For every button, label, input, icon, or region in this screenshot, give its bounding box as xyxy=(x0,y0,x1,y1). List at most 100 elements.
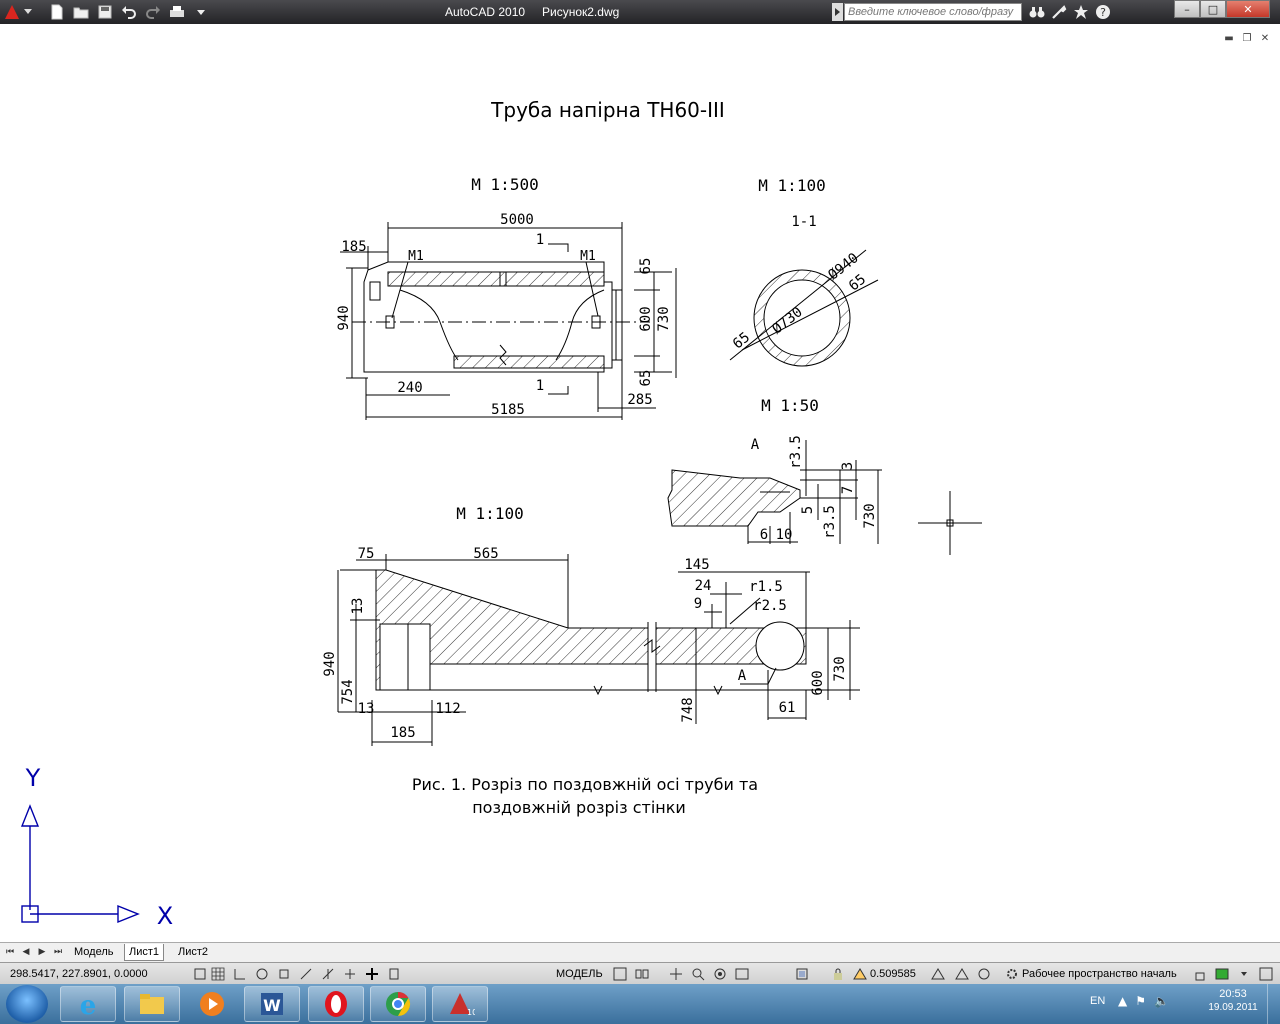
tab-sheet2[interactable]: Лист2 xyxy=(174,944,212,960)
tools-icon[interactable] xyxy=(1048,2,1070,22)
svg-text:9: 9 xyxy=(694,596,702,612)
svg-text:730: 730 xyxy=(862,503,878,528)
svg-text:r3.5: r3.5 xyxy=(788,435,804,469)
polar-icon[interactable] xyxy=(254,966,270,982)
close-button[interactable]: ✕ xyxy=(1226,0,1270,18)
gear-icon[interactable] xyxy=(1004,966,1020,982)
zoom-icon[interactable] xyxy=(690,966,706,982)
svg-text:754: 754 xyxy=(340,679,356,704)
volume-icon[interactable]: 🔈 xyxy=(1154,994,1169,1008)
binoculars-icon[interactable] xyxy=(1026,2,1048,22)
auto-scale-icon[interactable] xyxy=(954,966,970,982)
workspace-dropdown[interactable]: Рабочее пространство началь xyxy=(1022,968,1177,980)
steeringwheel-icon[interactable] xyxy=(712,966,728,982)
maximize-viewport-icon[interactable] xyxy=(612,966,628,982)
first-tab-icon[interactable]: ⏮ xyxy=(4,945,16,959)
tray-expand-icon[interactable]: ▲ xyxy=(1118,994,1127,1008)
svg-text:e: e xyxy=(80,991,97,1019)
quick-properties-icon[interactable] xyxy=(386,966,402,982)
lineweight-icon[interactable] xyxy=(364,966,380,982)
redo-icon[interactable] xyxy=(142,2,164,22)
svg-text:600: 600 xyxy=(810,670,826,695)
svg-text:112: 112 xyxy=(435,701,460,717)
minimize-button[interactable]: – xyxy=(1174,0,1200,18)
hardware-acceleration-icon[interactable] xyxy=(1214,966,1230,982)
favorites-icon[interactable] xyxy=(1070,2,1092,22)
annotation-scale-value[interactable]: 0.509585 xyxy=(870,968,916,980)
drawing-canvas[interactable]: ▬ ❐ ✕ Труба напірна ТН60-ІІІ М 1:500 М 1… xyxy=(0,24,1280,942)
toolbar-lock-icon[interactable] xyxy=(1192,966,1208,982)
cursor-coordinates[interactable]: 298.5417, 227.8901, 0.0000 xyxy=(10,968,148,980)
osnap-icon[interactable] xyxy=(276,966,292,982)
search-input[interactable]: Введите ключевое слово/фразу xyxy=(844,3,1022,21)
svg-text:145: 145 xyxy=(684,557,709,573)
taskbar-clock[interactable]: 20:53 19.09.2011 xyxy=(1198,988,1268,1013)
taskbar-media-player-icon[interactable] xyxy=(184,986,240,1022)
svg-text:730: 730 xyxy=(656,306,672,331)
infocenter-tools: ? xyxy=(1026,2,1114,22)
svg-text:6: 6 xyxy=(760,527,768,543)
tab-sheet1[interactable]: Лист1 xyxy=(124,944,165,961)
showmotion-icon[interactable] xyxy=(734,966,750,982)
tab-model[interactable]: Модель xyxy=(70,944,117,960)
show-desktop-button[interactable] xyxy=(1267,984,1280,1024)
annotation-scale-icon[interactable] xyxy=(852,966,868,982)
status-menu-icon[interactable] xyxy=(1236,966,1252,982)
svg-text:65: 65 xyxy=(638,258,654,275)
app-menu-button[interactable] xyxy=(2,3,38,21)
lock-viewport-icon[interactable] xyxy=(830,966,846,982)
viewport-scale-icon[interactable] xyxy=(794,966,810,982)
taskbar-opera-icon[interactable] xyxy=(308,986,364,1022)
grid-icon[interactable] xyxy=(210,966,226,982)
pan-icon[interactable] xyxy=(668,966,684,982)
save-icon[interactable] xyxy=(94,2,116,22)
snap-icon[interactable] xyxy=(192,966,208,982)
plot-icon[interactable] xyxy=(166,2,188,22)
svg-text:185: 185 xyxy=(390,725,415,741)
svg-text:r1.5: r1.5 xyxy=(749,579,783,595)
svg-text:А: А xyxy=(738,668,747,684)
title-bar: AutoCAD 2010 Рисунок2.dwg Введите ключев… xyxy=(0,0,1280,24)
taskbar-chrome-icon[interactable] xyxy=(370,986,426,1022)
model-space-toggle[interactable]: МОДЕЛЬ xyxy=(556,968,603,980)
maximize-button[interactable]: □ xyxy=(1200,0,1226,18)
annotation-visibility-icon[interactable] xyxy=(930,966,946,982)
ducs-icon[interactable] xyxy=(320,966,336,982)
dropdown-icon[interactable] xyxy=(190,2,212,22)
action-center-icon[interactable]: ⚑ xyxy=(1135,994,1146,1008)
next-tab-icon[interactable]: ▶ xyxy=(36,945,48,959)
clean-screen-icon[interactable] xyxy=(1258,966,1274,982)
clock-date: 19.09.2011 xyxy=(1208,1002,1258,1013)
ortho-icon[interactable] xyxy=(232,966,248,982)
pipe-longitudinal-section xyxy=(340,222,677,420)
ucs-y-label: Y xyxy=(25,764,41,792)
scale-wall-label: М 1:100 xyxy=(456,504,523,523)
scale-detail-label: М 1:50 xyxy=(761,396,819,415)
taskbar-ie-icon[interactable]: e xyxy=(60,986,116,1022)
figure-caption-line-2: поздовжній розріз стінки xyxy=(472,798,686,817)
otrack-icon[interactable] xyxy=(298,966,314,982)
svg-text:940: 940 xyxy=(336,305,352,330)
help-icon[interactable]: ? xyxy=(1092,2,1114,22)
taskbar-explorer-icon[interactable] xyxy=(124,986,180,1022)
new-icon[interactable] xyxy=(46,2,68,22)
language-indicator[interactable]: EN xyxy=(1090,995,1105,1007)
prev-tab-icon[interactable]: ◀ xyxy=(20,945,32,959)
svg-text:5: 5 xyxy=(800,506,816,514)
window-controls: – □ ✕ xyxy=(1174,0,1270,18)
figure-caption-line-1: Рис. 1. Розріз по поздовжній осі труби т… xyxy=(412,775,758,794)
undo-icon[interactable] xyxy=(118,2,140,22)
start-button[interactable] xyxy=(6,985,48,1023)
workspace-switch-icon[interactable] xyxy=(976,966,992,982)
dyn-icon[interactable] xyxy=(342,966,358,982)
taskbar-autocad-icon[interactable]: 10 xyxy=(432,986,488,1022)
svg-text:r3.5: r3.5 xyxy=(822,505,838,539)
svg-text:М1: М1 xyxy=(580,249,596,264)
quick-view-layouts-icon[interactable] xyxy=(634,966,650,982)
taskbar-word-icon[interactable]: W xyxy=(244,986,300,1022)
search-expand-button[interactable] xyxy=(832,3,843,21)
svg-text:940: 940 xyxy=(322,651,338,676)
open-icon[interactable] xyxy=(70,2,92,22)
last-tab-icon[interactable]: ⏭ xyxy=(52,945,64,959)
status-bar: 298.5417, 227.8901, 0.0000 МОДЕЛЬ 0.5095… xyxy=(0,962,1280,985)
